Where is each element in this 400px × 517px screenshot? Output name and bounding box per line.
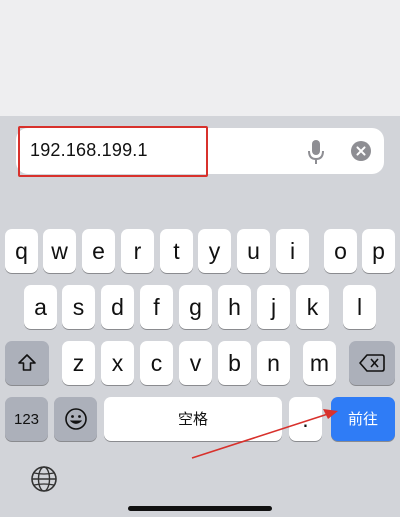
period-key[interactable]: . (289, 397, 322, 441)
key-label: b (228, 349, 241, 376)
key-n[interactable]: n (257, 341, 290, 385)
key-label: 空格 (177, 410, 208, 428)
key-e[interactable]: e (82, 229, 115, 273)
key-label: d (111, 293, 124, 320)
key-label: r (133, 237, 142, 264)
key-label: 前往 (347, 410, 378, 428)
emoji-key[interactable] (54, 397, 97, 441)
key-a[interactable]: a (24, 285, 57, 329)
key-r[interactable]: r (121, 229, 154, 273)
key-label: c (150, 349, 163, 376)
key-label: k (306, 293, 319, 320)
home-indicator (128, 506, 272, 511)
key-label: 123 (13, 410, 40, 428)
key-label: g (189, 293, 202, 320)
go-key[interactable]: 前往 (331, 397, 395, 441)
key-c[interactable]: c (140, 341, 173, 385)
key-label: m (309, 349, 330, 376)
key-label: x (111, 349, 124, 376)
key-label: . (302, 405, 309, 432)
key-f[interactable]: f (140, 285, 173, 329)
key-label: s (72, 293, 85, 320)
key-o[interactable]: o (324, 229, 357, 273)
key-d[interactable]: d (101, 285, 134, 329)
emoji-icon (64, 408, 87, 430)
key-l[interactable]: l (343, 285, 376, 329)
key-label: f (153, 293, 160, 320)
key-m[interactable]: m (303, 341, 336, 385)
url-highlight-box (18, 126, 208, 177)
key-z[interactable]: z (62, 341, 95, 385)
shift-icon (18, 354, 36, 371)
key-label: o (334, 237, 347, 264)
key-x[interactable]: x (101, 341, 134, 385)
page-content-area (0, 0, 400, 116)
key-h[interactable]: h (218, 285, 251, 329)
key-label: y (208, 237, 221, 264)
clear-icon[interactable] (351, 141, 371, 161)
key-label: p (372, 237, 385, 264)
key-label: w (51, 237, 68, 264)
key-label: t (173, 237, 180, 264)
key-y[interactable]: y (198, 229, 231, 273)
delete-key[interactable] (349, 341, 395, 385)
key-b[interactable]: b (218, 341, 251, 385)
key-k[interactable]: k (296, 285, 329, 329)
key-label: n (267, 349, 280, 376)
key-v[interactable]: v (179, 341, 212, 385)
key-w[interactable]: w (43, 229, 76, 273)
key-label: e (92, 237, 105, 264)
key-t[interactable]: t (160, 229, 193, 273)
key-label: h (228, 293, 241, 320)
key-label: q (15, 237, 28, 264)
key-i[interactable]: i (276, 229, 309, 273)
key-j[interactable]: j (257, 285, 290, 329)
key-u[interactable]: u (237, 229, 270, 273)
key-q[interactable]: q (5, 229, 38, 273)
key-label: i (289, 237, 296, 264)
key-label: v (189, 349, 202, 376)
key-label: l (356, 293, 363, 320)
microphone-icon[interactable] (306, 138, 326, 166)
delete-icon (359, 354, 385, 372)
key-label: j (270, 293, 277, 320)
key-p[interactable]: p (362, 229, 395, 273)
key-g[interactable]: g (179, 285, 212, 329)
key-label: u (247, 237, 260, 264)
shift-key[interactable] (5, 341, 49, 385)
space-key[interactable]: 空格 (104, 397, 282, 441)
globe-icon[interactable] (29, 464, 59, 494)
key-s[interactable]: s (62, 285, 95, 329)
key-label: a (34, 293, 47, 320)
numbers-key[interactable]: 123 (5, 397, 48, 441)
key-label: z (72, 349, 85, 376)
